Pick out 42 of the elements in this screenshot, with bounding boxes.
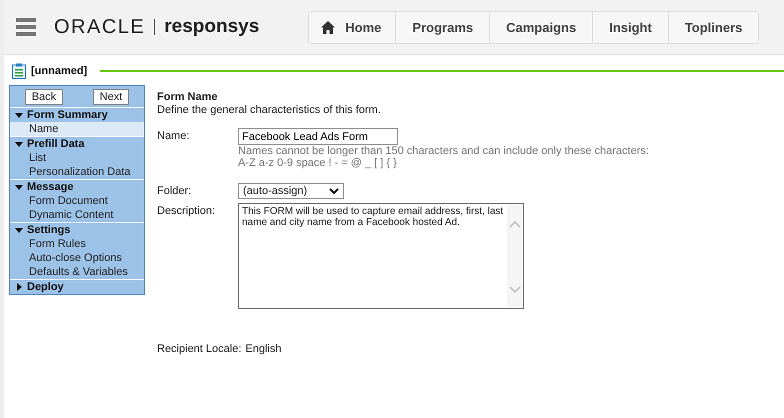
sidebar-item[interactable]: Name [10, 122, 144, 136]
field-label: Name: [157, 129, 190, 144]
name-field[interactable]: Facebook Lead Ads Form [238, 128, 398, 145]
field-label: Folder: [157, 184, 192, 199]
sidebar-item[interactable]: Defaults & Variables [10, 265, 144, 279]
nav-tab[interactable]: Home [309, 12, 396, 42]
nav-tab[interactable]: Topliners [668, 12, 758, 42]
sidebar-item[interactable]: Form Rules [10, 237, 144, 251]
responsys-logo: responsys [164, 16, 260, 38]
section-header[interactable]: Message [10, 180, 144, 194]
home-icon [321, 20, 336, 34]
chevron-down-icon [329, 188, 339, 194]
sidebar-item[interactable]: Auto-close Options [10, 251, 144, 265]
sidebar-item[interactable]: Dynamic Content [10, 208, 144, 222]
section-header[interactable]: Settings [10, 223, 144, 237]
field-label: Description: [157, 204, 216, 219]
scroll-down-icon[interactable] [509, 286, 521, 294]
form-heading: Form Name [157, 91, 219, 103]
description-text: This FORM will be used to capture email address, first, last name and city name from a Facebook hosted Ad. [241, 205, 504, 230]
nav-tab[interactable]: Insight [592, 12, 668, 42]
locale-value: English [245, 343, 282, 355]
folder-select[interactable]: (auto-assign) [238, 183, 344, 199]
description-field[interactable]: This FORM will be used to capture email address, first, last name and city name from a Facebook hosted Ad. [238, 203, 524, 309]
form-icon [12, 63, 26, 79]
oracle-logo: ORACLE [54, 16, 146, 38]
form-subheading: Define the general characteristics of this form. [157, 104, 382, 116]
section-header[interactable]: Prefill Data [10, 137, 144, 151]
scroll-up-icon[interactable] [509, 220, 521, 228]
menu-icon[interactable] [16, 18, 36, 36]
nav-tab[interactable]: Programs [395, 12, 490, 42]
sidebar-item[interactable]: List [10, 151, 144, 165]
section-header[interactable]: Deploy [10, 280, 144, 294]
sidebar-item[interactable]: Personalization Data [10, 165, 144, 179]
hint-text: A-Z a-z 0-9 space ! - = @ _ [ ] { } [238, 157, 398, 169]
field-label: Recipient Locale: [157, 343, 242, 355]
page-title: [unnamed] [31, 65, 88, 77]
hint-text: Names cannot be longer than 150 characters and can include only these characters: [238, 145, 650, 157]
section-header[interactable]: Form Summary [10, 108, 144, 122]
nav-button[interactable]: Next [92, 89, 130, 105]
nav-button[interactable]: Back [24, 89, 64, 105]
sidebar-item[interactable]: Form Document [10, 194, 144, 208]
nav-tab[interactable]: Campaigns [489, 12, 592, 42]
